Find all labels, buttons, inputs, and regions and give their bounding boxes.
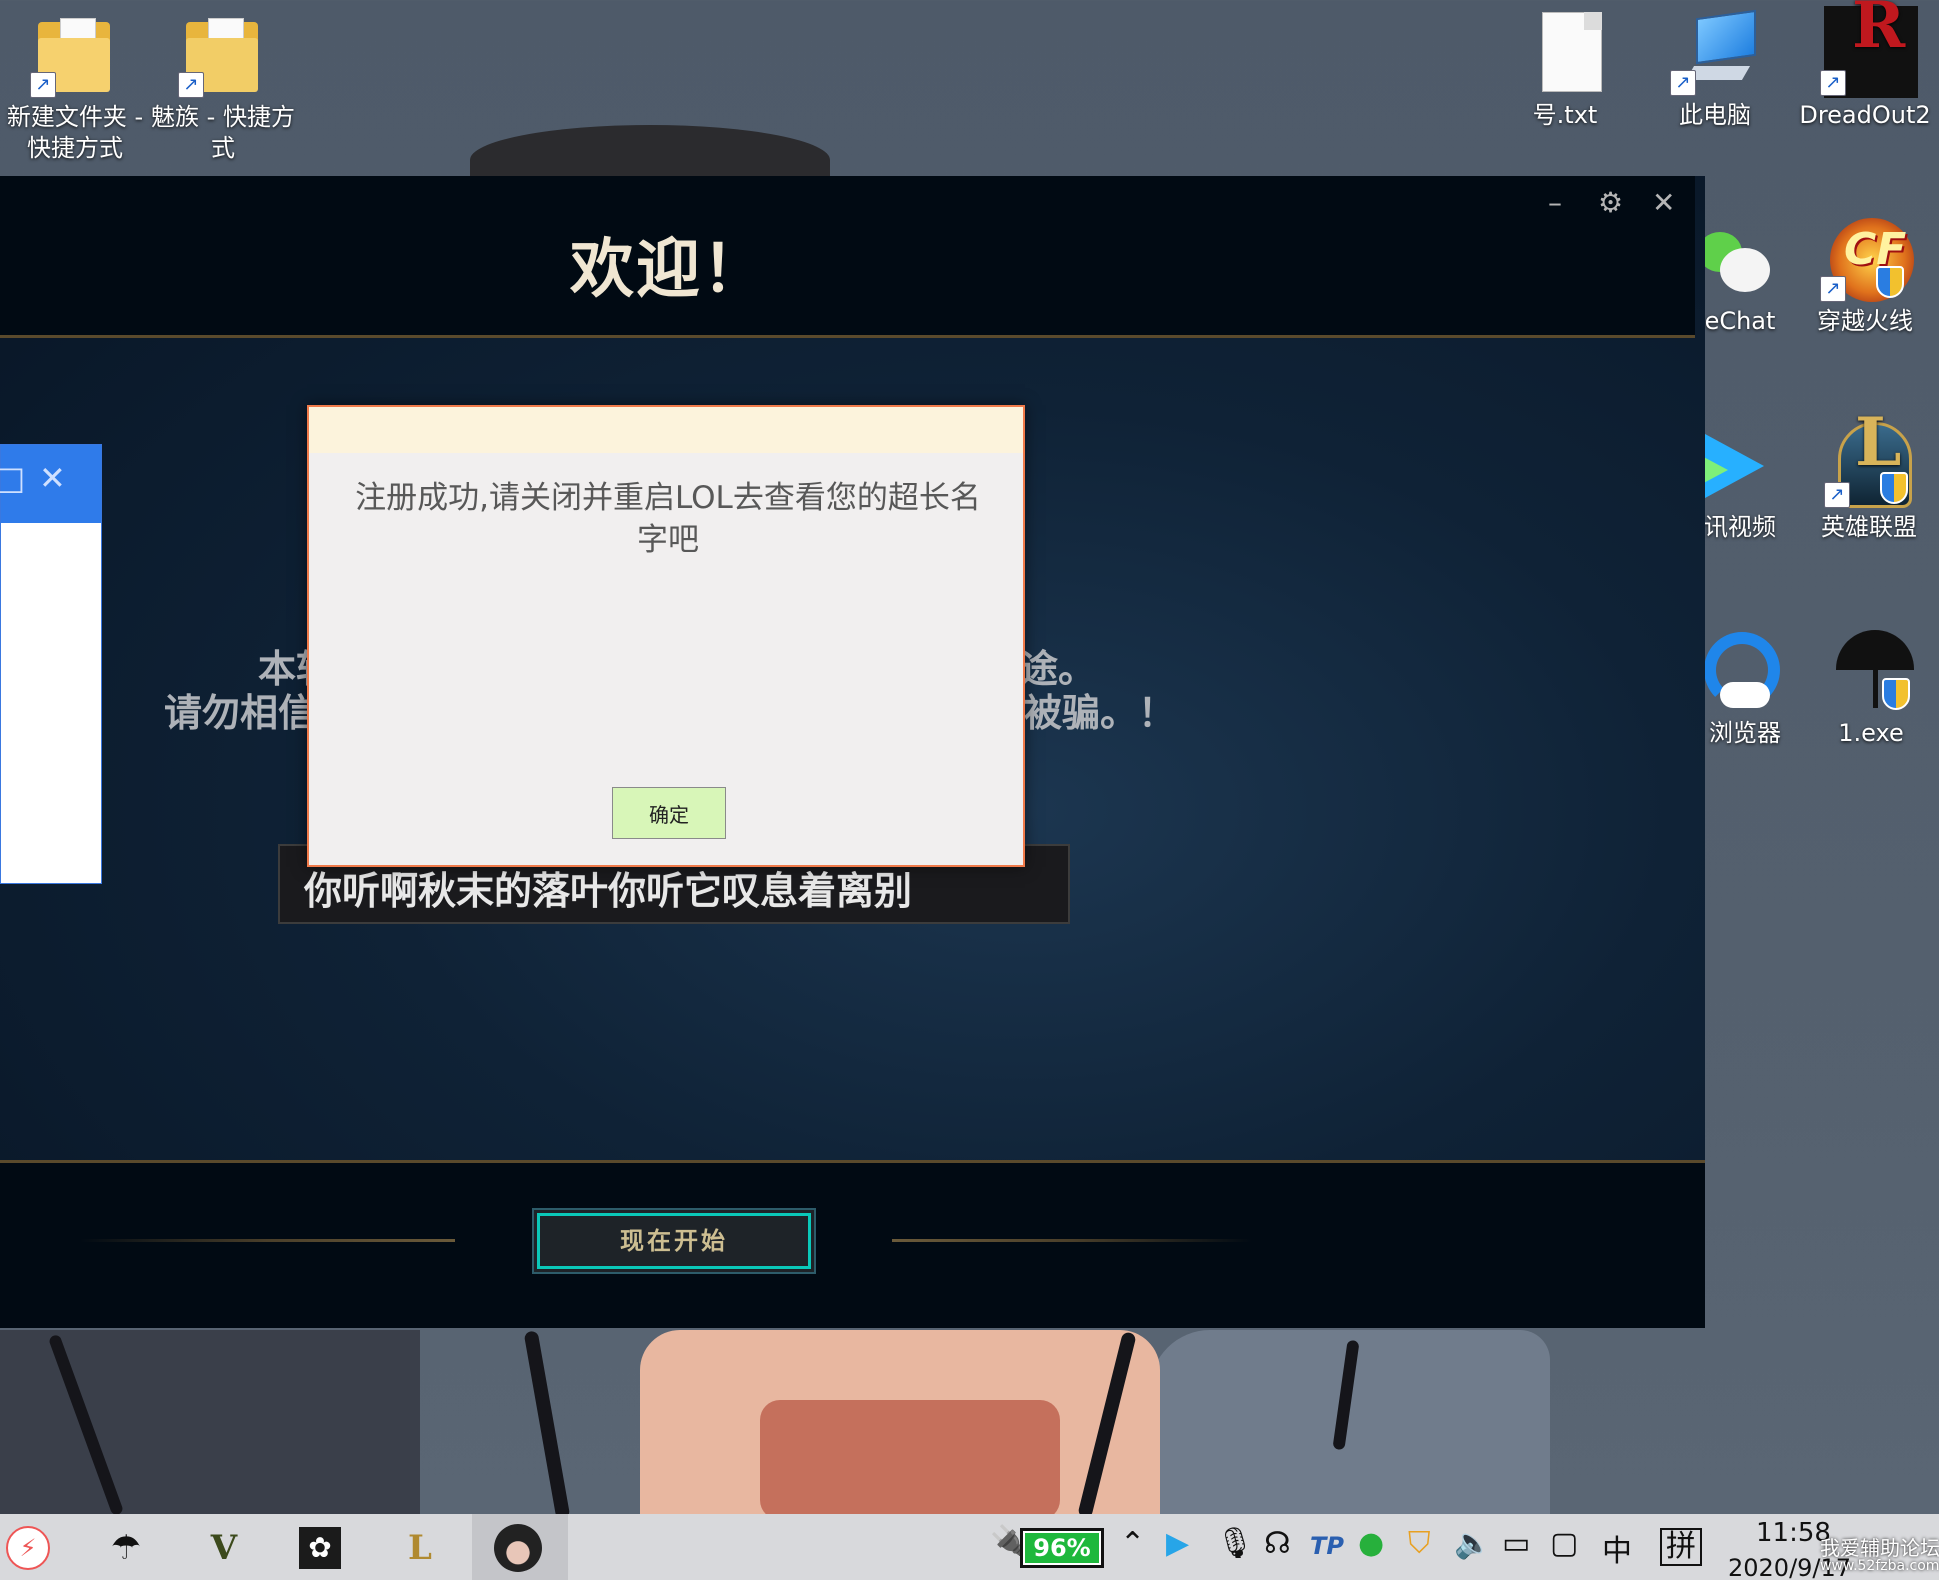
microphone-icon[interactable]: 🎙 <box>1216 1526 1254 1561</box>
uac-shield-icon <box>1882 678 1910 710</box>
dialog-message: 注册成功,请关闭并重启LOL去查看您的超长名字吧 <box>355 480 981 558</box>
desktop-icon-tencent-video[interactable]: 讯视频 <box>1690 418 1790 543</box>
desktop-icon-label: 号.txt <box>1532 101 1598 129</box>
side-window-titlebar: □ ✕ <box>0 445 101 523</box>
ok-button[interactable]: 确定 <box>612 787 726 839</box>
uac-shield-icon <box>1876 266 1904 298</box>
watermark-text: 我爱辅助论坛 <box>1820 1536 1939 1560</box>
computer-icon: ↗ <box>1670 6 1760 96</box>
close-icon[interactable]: ✕ <box>1652 186 1675 219</box>
battery-percent: 96% <box>1025 1533 1099 1563</box>
desktop-icon-crossfire[interactable]: CF ↗ 穿越火线 <box>1790 212 1939 337</box>
desktop-icon-txt-file[interactable]: 号.txt <box>1490 6 1640 131</box>
desktop-icon-label: 此电脑 <box>1679 101 1751 129</box>
side-window: □ ✕ <box>0 444 102 884</box>
shortcut-arrow-icon: ↗ <box>1820 70 1846 96</box>
shortcut-arrow-icon: ↗ <box>30 72 56 98</box>
wallpaper-line <box>523 1330 571 1520</box>
desktop-icon-label: 穿越火线 <box>1817 307 1913 335</box>
v-app-icon[interactable]: V <box>198 1522 250 1574</box>
chevron-up-icon[interactable]: ⌃ <box>1120 1526 1145 1561</box>
start-now-button[interactable]: 现在开始 <box>532 1208 816 1274</box>
desktop-icon-label: 英雄联盟 <box>1821 513 1917 541</box>
notice-text-line2: 请勿相信 <box>164 691 317 735</box>
ime-language[interactable]: 中 <box>1602 1526 1632 1570</box>
play-store-icon[interactable]: ▶ <box>1166 1526 1189 1561</box>
dialog-titlebar <box>309 407 1023 453</box>
umbrella-icon <box>1826 624 1916 714</box>
gear-icon[interactable]: ⚙ <box>1598 186 1623 219</box>
shortcut-arrow-icon: ↗ <box>1824 482 1850 508</box>
desktop-icon-label: 浏览器 <box>1709 719 1781 747</box>
wechat-tray-icon[interactable]: ● <box>1358 1526 1384 1561</box>
desktop-icon-label: 新建文件夹 - 快捷方式 <box>6 103 144 162</box>
footer-deco-line <box>80 1239 455 1242</box>
close-icon[interactable]: ✕ <box>39 459 66 497</box>
desktop-icon-1exe[interactable]: 1.exe <box>1796 624 1939 749</box>
tp-app-icon[interactable]: TP <box>1310 1532 1344 1560</box>
minimize-icon[interactable]: – <box>1548 186 1562 219</box>
window-footer <box>0 1160 1705 1328</box>
folder-icon: ↗ <box>30 8 120 98</box>
crossfire-icon: CF ↗ <box>1820 212 1914 302</box>
uac-shield-icon <box>1880 472 1908 504</box>
network-icon[interactable]: ▢ <box>1550 1526 1578 1561</box>
desktop-icon-label: 1.exe <box>1838 719 1904 747</box>
desktop-icon-league-of-legends[interactable]: L ↗ 英雄联盟 <box>1794 409 1939 543</box>
watermark-url: www.52fzba.com <box>1820 1558 1939 1574</box>
dreadout-icon: R ↗ <box>1820 0 1918 98</box>
window-header: 欢迎！ – ⚙ ✕ <box>0 176 1695 338</box>
desktop-icon-label: DreadOut2 <box>1799 101 1931 129</box>
battery-indicator[interactable]: 96% <box>1020 1528 1104 1568</box>
ime-mode[interactable]: 拼 <box>1660 1528 1702 1566</box>
desktop-icon-wechat[interactable]: eChat <box>1690 212 1790 337</box>
taskbar: ⚡ ☂ V ✿ L 🔌 96% ⌃ ▶ 🎙 ☊ TP ● ⛉ 🔈 ▭ ▢ 中 拼… <box>0 1514 1939 1580</box>
text-file-icon <box>1520 6 1610 96</box>
wallpaper-mouth <box>760 1400 1060 1520</box>
desktop-icon-this-pc[interactable]: ↗ 此电脑 <box>1640 6 1790 131</box>
lol-icon: L ↗ <box>1824 409 1914 508</box>
success-dialog: 注册成功,请关闭并重启LOL去查看您的超长名字吧 确定 <box>307 405 1025 867</box>
shortcut-arrow-icon: ↗ <box>178 72 204 98</box>
headset-icon[interactable]: ☊ <box>1264 1526 1291 1561</box>
footer-deco-line <box>892 1239 1252 1242</box>
lol-taskbar-icon[interactable]: L <box>394 1522 446 1574</box>
start-lightning-icon[interactable]: ⚡ <box>2 1522 54 1574</box>
desktop-icon-label: 讯视频 <box>1704 513 1776 541</box>
folder-icon: ↗ <box>178 8 268 98</box>
desktop-icon-label: eChat <box>1704 307 1776 335</box>
flower-app-icon[interactable]: ✿ <box>294 1522 346 1574</box>
desktop-icon-new-folder[interactable]: ↗ 新建文件夹 - 快捷方式 <box>0 8 150 164</box>
desktop-icon-browser[interactable]: 浏览器 <box>1690 624 1800 749</box>
desktop-icon-dreadout2[interactable]: R ↗ DreadOut2 <box>1790 0 1939 131</box>
shortcut-arrow-icon: ↗ <box>1670 70 1696 96</box>
desktop-icon-label: 魅族 - 快捷方式 <box>151 103 295 162</box>
avatar-app-icon[interactable] <box>492 1522 544 1574</box>
shortcut-arrow-icon: ↗ <box>1820 276 1846 302</box>
umbrella-app-icon[interactable]: ☂ <box>100 1522 152 1574</box>
restore-icon[interactable]: □ <box>0 459 25 497</box>
speaker-icon[interactable]: 🔈 <box>1454 1526 1491 1561</box>
desktop-icon-meizu[interactable]: ↗ 魅族 - 快捷方式 <box>148 8 298 164</box>
page-title: 欢迎！ <box>570 233 768 307</box>
security-shield-icon[interactable]: ⛉ <box>1408 1526 1431 1561</box>
power-status-icon[interactable]: ▭ <box>1502 1526 1530 1561</box>
notice-text-line2-end: 被骗。！ <box>1024 691 1177 735</box>
